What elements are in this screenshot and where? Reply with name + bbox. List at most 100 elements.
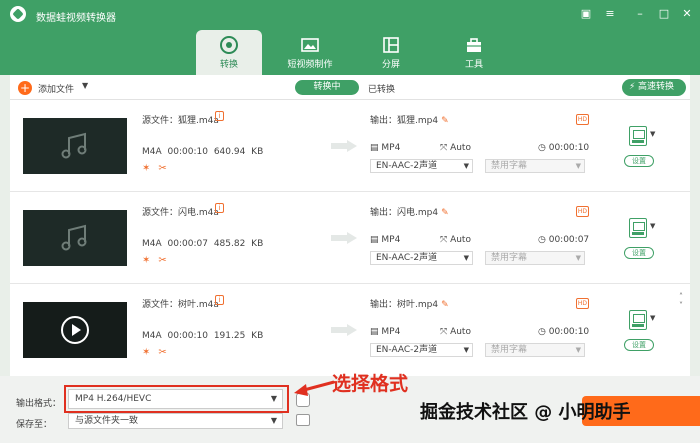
format-icon[interactable] [629, 126, 647, 146]
close-icon[interactable]: ✕ [680, 7, 694, 21]
music-note-icon [61, 224, 87, 251]
hamburger-icon[interactable]: ≡ [603, 7, 617, 21]
output-resolution-label: Auto [450, 327, 471, 337]
source-size: 485.82 KB [213, 239, 264, 249]
hd-badge-icon[interactable]: HD [576, 206, 589, 217]
chevron-down-icon: ▼ [463, 346, 469, 354]
subtitle-value: 禁用字幕 [491, 161, 528, 171]
audio-track-select[interactable]: EN-AAC-2声道 ▼ [370, 159, 473, 173]
audio-track-select[interactable]: EN-AAC-2声道 ▼ [370, 343, 473, 357]
magic-wand-icon[interactable]: ✶ [142, 255, 150, 266]
arrow-right-icon [331, 324, 357, 336]
source-format: M4A [142, 239, 162, 249]
output-resolution: ⤧ Auto [440, 235, 471, 245]
scissors-icon[interactable]: ✂ [158, 347, 166, 358]
format-icon[interactable] [629, 310, 647, 330]
output-duration: ◷ 00:00:10 [538, 327, 590, 337]
menu-icon[interactable]: ▣ [579, 7, 593, 21]
minimize-icon[interactable]: – [633, 7, 647, 21]
source-duration: 00:00:10 [167, 147, 208, 157]
thumbnail[interactable] [23, 210, 127, 266]
settings-button[interactable]: 设置 [624, 339, 654, 351]
chevron-down-icon[interactable]: ▼ [82, 81, 88, 90]
source-meta: M4A 00:00:10 191.25 KB [142, 331, 263, 341]
folder-icon[interactable] [296, 414, 310, 426]
output-file-label: 输出：狐狸.mp4 [370, 116, 439, 126]
settings-button[interactable]: 设置 [624, 155, 654, 167]
output-format-label: MP4 [381, 143, 401, 153]
info-icon[interactable]: i [215, 295, 224, 305]
scissors-icon[interactable]: ✂ [158, 255, 166, 266]
watermark: 掘金技术社区 @ 小明助手 [420, 402, 631, 423]
bottom-bar: 输出格式： MP4 H.264/HEVC ▼ 保存至： 与源文件夹一致 ▼ 选择… [0, 373, 700, 443]
maximize-icon[interactable]: □ [657, 7, 671, 21]
subtitle-select[interactable]: 禁用字幕 ▼ [485, 251, 585, 265]
scissors-icon[interactable]: ✂ [158, 163, 166, 174]
thumbnail[interactable] [23, 118, 127, 174]
table-row: 源文件：树叶.m4a i M4A 00:00:10 191.25 KB ✶ ✂ 输… [10, 284, 690, 376]
chevron-down-icon: ▼ [463, 162, 469, 170]
image-icon [301, 38, 319, 52]
chevron-up-icon[interactable]: ˄ [679, 292, 683, 301]
audio-track-select[interactable]: EN-AAC-2声道 ▼ [370, 251, 473, 265]
info-icon[interactable]: i [215, 111, 224, 121]
magic-wand-icon[interactable]: ✶ [142, 347, 150, 358]
output-format: ▤ MP4 [370, 327, 401, 337]
subtitle-select[interactable]: 禁用字幕 ▼ [485, 159, 585, 173]
tab-converted[interactable]: 已转换 [368, 82, 395, 95]
edit-tools: ✶ ✂ [142, 255, 175, 266]
pencil-icon[interactable]: ✎ [441, 208, 449, 218]
toolbox-icon [467, 38, 481, 52]
chevron-down-icon[interactable]: ▼ [650, 130, 655, 138]
output-file-label: 输出：树叶.mp4 [370, 300, 439, 310]
chevron-down-icon: ▼ [270, 416, 277, 425]
magic-wand-icon[interactable]: ✶ [142, 163, 150, 174]
chevron-down-icon[interactable]: ▼ [650, 222, 655, 230]
fast-convert-button[interactable]: ⚡ 高速转换 [622, 79, 686, 96]
output-format-label: 输出格式： [16, 399, 62, 409]
output-duration: ◷ 00:00:07 [538, 235, 590, 245]
add-file-icon[interactable]: + [18, 81, 32, 95]
tab-tools[interactable]: 工具 [441, 30, 507, 75]
tab-converting[interactable]: 转换中 [295, 80, 359, 95]
chevron-down-icon: ▼ [575, 346, 581, 354]
settings-button[interactable]: 设置 [624, 247, 654, 259]
scroll-arrows[interactable]: ˄ ˅ [679, 292, 683, 310]
chevron-down-icon[interactable]: ▼ [650, 314, 655, 322]
source-format: M4A [142, 331, 162, 341]
arrow-right-icon [331, 140, 357, 152]
hd-badge-icon[interactable]: HD [576, 298, 589, 309]
audio-track-value: EN-AAC-2声道 [376, 161, 438, 171]
pencil-icon[interactable]: ✎ [441, 300, 449, 310]
info-icon[interactable]: i [215, 203, 224, 213]
save-to-select[interactable]: 与源文件夹一致 ▼ [68, 413, 283, 429]
pencil-icon[interactable]: ✎ [441, 116, 449, 126]
annotation-text: 选择格式 [332, 373, 409, 395]
source-meta: M4A 00:00:07 485.82 KB [142, 239, 263, 249]
tab-convert[interactable]: 转换 [196, 30, 262, 75]
output-file-label: 输出：闪电.mp4 [370, 208, 439, 218]
output-file-name: 输出：树叶.mp4 ✎ [370, 297, 449, 310]
thumbnail[interactable] [23, 302, 127, 358]
table-row: 源文件：闪电.m4a i M4A 00:00:07 485.82 KB ✶ ✂ 输… [10, 192, 690, 284]
save-to-label: 保存至： [16, 420, 53, 430]
play-icon[interactable] [59, 314, 91, 346]
tab-split-screen[interactable]: 分屏 [358, 30, 424, 75]
source-format: M4A [142, 147, 162, 157]
hd-badge-icon[interactable]: HD [576, 114, 589, 125]
chevron-down-icon: ▼ [463, 254, 469, 262]
tab-short-video[interactable]: 短视频制作 [277, 30, 343, 75]
subtitle-value: 禁用字幕 [491, 253, 528, 263]
source-file-name: 源文件：闪电.m4a [142, 208, 219, 218]
title-bar: 数据蛙视频转换器 ▣ ≡ – □ ✕ [0, 0, 700, 30]
output-duration-label: 00:00:10 [548, 143, 590, 153]
add-file-button[interactable]: 添加文件 [38, 82, 74, 95]
format-icon[interactable] [629, 218, 647, 238]
source-file-name: 源文件：狐狸.m4a [142, 116, 219, 126]
source-duration: 00:00:07 [167, 239, 208, 249]
save-to-value: 与源文件夹一致 [75, 416, 139, 426]
chevron-down-icon[interactable]: ˅ [679, 301, 683, 310]
subtitle-select[interactable]: 禁用字幕 ▼ [485, 343, 585, 357]
output-resolution-label: Auto [450, 235, 471, 245]
output-duration-label: 00:00:10 [548, 327, 590, 337]
